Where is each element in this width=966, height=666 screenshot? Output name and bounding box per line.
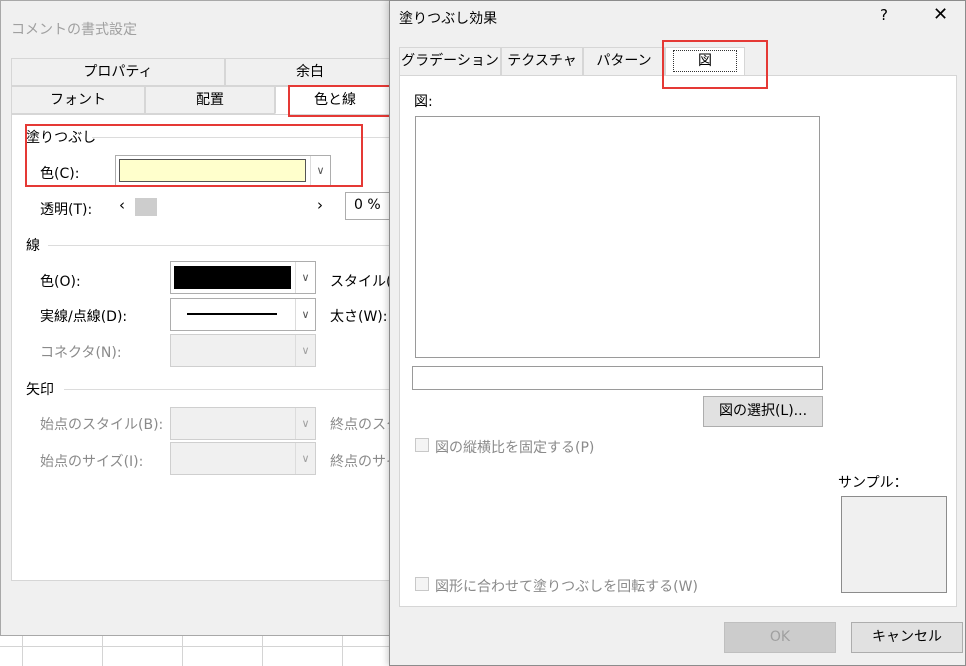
tab-margins[interactable]: 余白 xyxy=(225,58,395,86)
chevron-down-icon[interactable]: ∨ xyxy=(295,408,315,439)
group-divider xyxy=(48,245,392,246)
tab-pattern[interactable]: パターン xyxy=(583,47,665,76)
tab-properties[interactable]: プロパティ xyxy=(11,58,225,86)
tab-label: テクスチャ xyxy=(507,53,577,69)
tab-label: 配置 xyxy=(196,92,224,108)
slider-thumb[interactable] xyxy=(135,198,157,216)
arrows-group-label: 矢印 xyxy=(26,382,54,398)
highlight-fill-color xyxy=(25,124,363,187)
dash-label: 実線/点線(D): xyxy=(40,309,128,325)
rotate-with-shape-checkbox[interactable] xyxy=(415,577,429,591)
start-style-dropdown[interactable]: ∨ xyxy=(170,407,316,440)
tab-label: グラデーション xyxy=(401,53,499,69)
help-button[interactable]: ? xyxy=(880,6,888,24)
sample-label: サンプル： xyxy=(838,475,908,491)
highlight-colors-lines-tab xyxy=(288,85,391,117)
chevron-left-icon[interactable]: ‹ xyxy=(119,196,125,214)
lock-aspect-label: 図の縦横比を固定する(P) xyxy=(435,440,595,456)
line-color-swatch xyxy=(174,266,291,289)
start-size-label: 始点のサイズ(I): xyxy=(40,454,144,470)
format-comment-dialog: コメントの書式設定 プロパティ 余白 フォント 配置 色と線 塗りつぶし 色(C… xyxy=(0,0,400,636)
transparency-value: 0 % xyxy=(354,197,381,213)
chevron-down-icon[interactable]: ∨ xyxy=(295,443,315,474)
button-label: キャンセル xyxy=(872,629,942,645)
fill-effects-dialog: 塗りつぶし効果 ? ✕ グラデーション テクスチャ パターン 図 図: 図の選択… xyxy=(389,0,966,666)
picture-tab-panel: 図: 図の選択(L)... 図の縦横比を固定する(P) サンプル： 図形に合わせ… xyxy=(399,75,957,607)
start-size-dropdown[interactable]: ∨ xyxy=(170,442,316,475)
dialog-title: コメントの書式設定 xyxy=(11,22,137,38)
group-divider xyxy=(64,389,392,390)
highlight-picture-tab xyxy=(662,40,768,89)
picture-label: 図: xyxy=(414,94,433,110)
connector-dropdown[interactable]: ∨ xyxy=(170,334,316,367)
transparency-label: 透明(T): xyxy=(40,202,93,218)
tab-gradient[interactable]: グラデーション xyxy=(399,47,501,76)
connector-label: コネクタ(N): xyxy=(40,345,122,361)
cancel-button[interactable]: キャンセル xyxy=(851,622,963,653)
close-button[interactable]: ✕ xyxy=(933,4,948,25)
lock-aspect-checkbox[interactable] xyxy=(415,438,429,452)
rotate-with-shape-label: 図形に合わせて塗りつぶしを回転する(W) xyxy=(435,579,698,595)
chevron-down-icon[interactable]: ∨ xyxy=(295,335,315,366)
tab-label: フォント xyxy=(50,92,106,108)
transparency-slider[interactable]: ‹ › xyxy=(115,196,331,218)
chevron-down-icon[interactable]: ∨ xyxy=(295,299,315,330)
tab-label: 余白 xyxy=(296,64,324,80)
chevron-down-icon[interactable]: ∨ xyxy=(295,262,315,293)
tab-label: パターン xyxy=(596,53,652,69)
weight-label: 太さ(W): xyxy=(330,309,388,325)
button-label: OK xyxy=(769,629,791,645)
select-picture-button[interactable]: 図の選択(L)... xyxy=(703,396,823,427)
tab-label: プロパティ xyxy=(83,64,153,80)
line-color-label: 色(O): xyxy=(40,274,81,290)
ok-button[interactable]: OK xyxy=(724,622,836,653)
solid-line-preview xyxy=(187,313,277,315)
chevron-right-icon[interactable]: › xyxy=(317,196,323,214)
sample-preview xyxy=(841,496,947,593)
picture-filename-field xyxy=(412,366,823,390)
line-group-label: 線 xyxy=(26,238,40,254)
tab-alignment[interactable]: 配置 xyxy=(145,86,275,114)
dialog-title: 塗りつぶし効果 xyxy=(399,11,498,27)
tab-texture[interactable]: テクスチャ xyxy=(501,47,583,76)
start-style-label: 始点のスタイル(B): xyxy=(40,417,164,433)
line-color-dropdown[interactable]: ∨ xyxy=(170,261,316,294)
picture-preview xyxy=(415,116,820,358)
tab-font[interactable]: フォント xyxy=(11,86,145,114)
button-label: 図の選択(L)... xyxy=(718,403,808,419)
dash-style-dropdown[interactable]: ∨ xyxy=(170,298,316,331)
